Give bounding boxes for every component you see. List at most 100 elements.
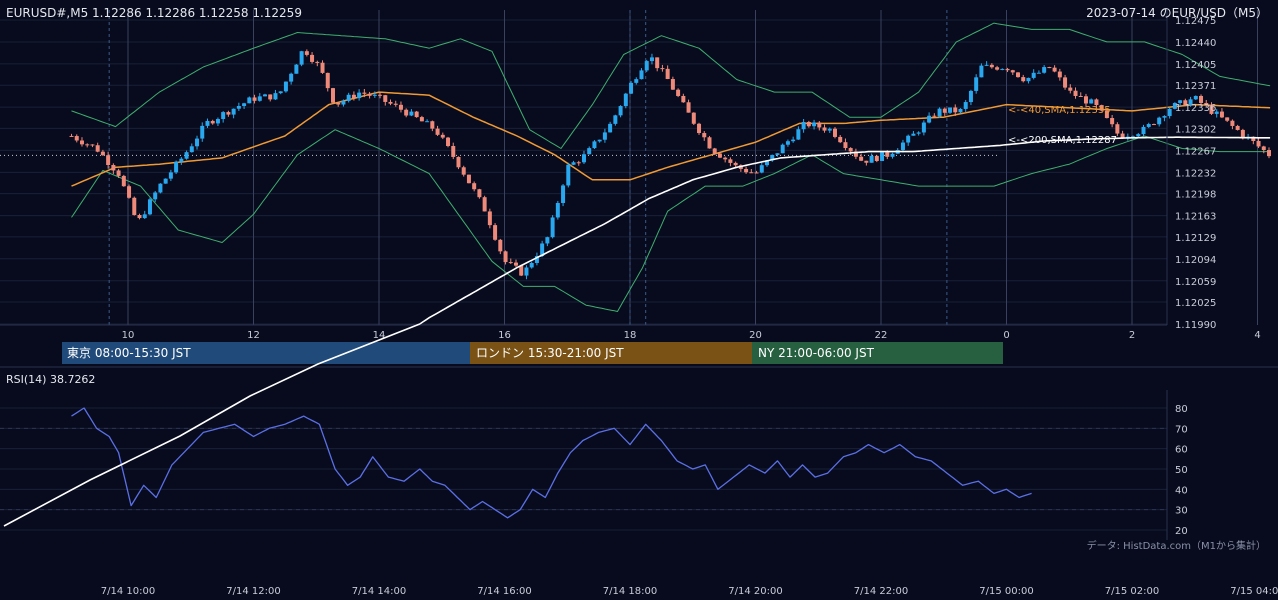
candle-body [487, 211, 492, 226]
candle-body [1256, 140, 1261, 147]
bottom-time-tick-label: 7/15 02:00 [1105, 586, 1159, 597]
candle-body [566, 164, 571, 186]
hour-tick-label: 4 [1254, 330, 1260, 341]
candle-body [974, 77, 979, 91]
candle-body [759, 165, 764, 173]
candle-body [1068, 87, 1073, 91]
candle-body [1026, 77, 1031, 82]
candle-body [310, 54, 315, 62]
candle-body [1193, 95, 1198, 100]
candle-body [524, 267, 529, 276]
price-tick-label: 1.12267 [1175, 146, 1216, 157]
rsi-label: RSI(14) 38.7262 [6, 373, 95, 386]
session-london-label: ロンドン 15:30-21:00 JST [476, 346, 624, 360]
candle-body [189, 146, 194, 153]
candle-body [419, 117, 424, 122]
session-tokyo-label: 東京 08:00-15:30 JST [67, 346, 191, 360]
candle-body [728, 159, 733, 163]
candle-body [921, 122, 926, 133]
trading-chart: 1.124751.124401.124051.123711.123361.123… [0, 0, 1278, 600]
candle-body [1261, 146, 1266, 151]
rsi-tick-label: 70 [1175, 424, 1188, 435]
candle-body [142, 214, 147, 219]
bottom-time-tick-label: 7/15 04:00 [1230, 586, 1278, 597]
candle-body [174, 161, 179, 173]
candle-body [184, 152, 189, 159]
bottom-time-tick-label: 7/14 18:00 [603, 586, 657, 597]
price-tick-label: 1.12440 [1175, 38, 1216, 49]
candle-body [472, 183, 477, 190]
candle-body [697, 123, 702, 134]
candle-body [618, 106, 623, 116]
candle-body [498, 239, 503, 252]
candle-body [958, 108, 963, 113]
candle-body [163, 178, 168, 184]
candle-body [179, 158, 184, 162]
candle-body [283, 81, 288, 92]
candle-body [320, 62, 325, 73]
price-tick-label: 1.12129 [1175, 233, 1216, 244]
candle-body [1047, 67, 1052, 69]
candle-body [273, 93, 278, 100]
candle-body [414, 111, 419, 118]
candle-body [545, 237, 550, 244]
candle-body [812, 122, 817, 127]
hour-tick-label: 10 [122, 330, 135, 341]
candle-body [592, 141, 597, 149]
price-tick-label: 1.12094 [1175, 255, 1216, 266]
candle-body [1230, 120, 1235, 126]
candle-body [519, 265, 524, 276]
price-tick-label: 1.12405 [1175, 60, 1216, 71]
candle-body [937, 108, 942, 117]
candle-body [1083, 96, 1088, 104]
bottom-time-tick-label: 7/14 22:00 [854, 586, 908, 597]
candle-body [127, 186, 132, 198]
candle-body [561, 185, 566, 204]
candle-body [1005, 68, 1010, 71]
candle-body [775, 153, 780, 155]
candle-body [1010, 70, 1015, 73]
candle-body [691, 112, 696, 124]
candle-body [587, 148, 592, 155]
candle-body [838, 136, 843, 143]
rsi-tick-label: 30 [1175, 506, 1188, 517]
candle-body [1240, 129, 1245, 138]
candle-body [451, 146, 456, 157]
candle-body [1052, 67, 1057, 72]
candle-body [242, 103, 247, 106]
candle-body [304, 51, 309, 55]
candle-body [226, 112, 231, 115]
candle-body [1063, 77, 1068, 88]
candle-body [717, 153, 722, 158]
price-tick-label: 1.12025 [1175, 298, 1216, 309]
candle-body [702, 133, 707, 138]
candle-body [613, 115, 618, 124]
candle-body [634, 79, 639, 83]
candle-body [461, 167, 466, 175]
candle-body [456, 156, 461, 168]
bottom-time-tick-label: 7/15 00:00 [979, 586, 1033, 597]
candle-body [1073, 90, 1078, 96]
candle-body [932, 115, 937, 117]
candle-body [195, 138, 200, 147]
candle-body [378, 94, 383, 96]
candle-body [393, 103, 398, 105]
candle-body [602, 132, 607, 140]
candle-body [1141, 126, 1146, 135]
bottom-time-tick-label: 7/14 16:00 [477, 586, 531, 597]
hour-tick-label: 0 [1003, 330, 1009, 341]
price-tick-label: 1.12198 [1175, 190, 1216, 201]
hour-tick-label: 2 [1129, 330, 1135, 341]
candle-body [581, 154, 586, 163]
candle-body [597, 139, 602, 142]
candle-body [289, 73, 294, 82]
candle-body [1151, 124, 1156, 126]
candle-body [79, 140, 84, 145]
candle-body [880, 152, 885, 161]
candle-body [69, 135, 74, 137]
candle-body [1036, 72, 1041, 74]
candle-body [817, 122, 822, 128]
candle-body [1115, 124, 1120, 134]
candle-body [383, 95, 388, 102]
price-tick-label: 1.12232 [1175, 168, 1216, 179]
